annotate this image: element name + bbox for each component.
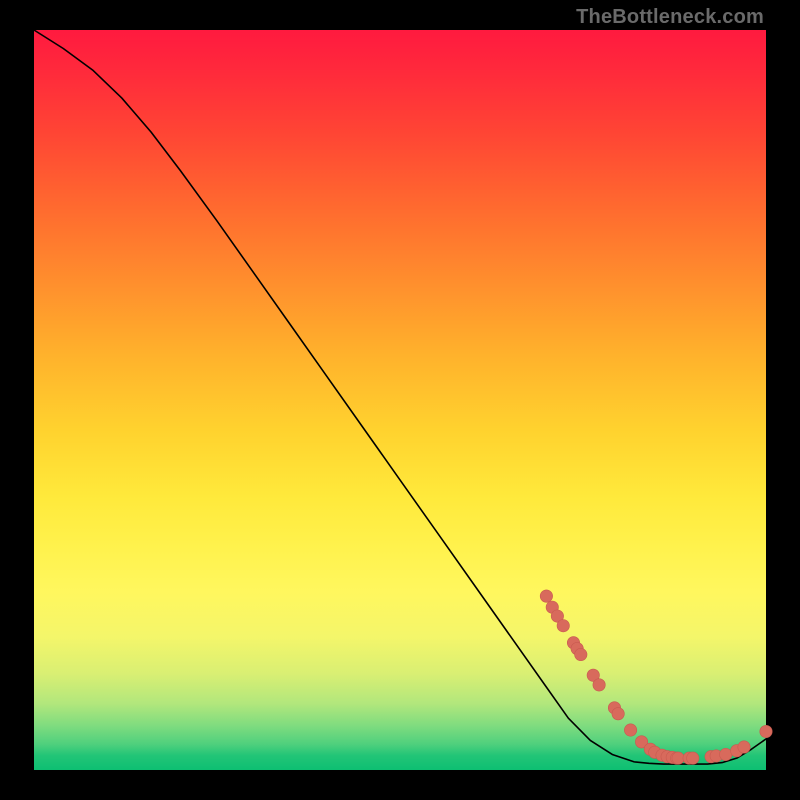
- curve-marker: [624, 724, 636, 736]
- curve-marker: [612, 708, 624, 720]
- curve-marker: [738, 741, 750, 753]
- plot-area: [34, 30, 766, 770]
- chart-stage: TheBottleneck.com: [0, 0, 800, 800]
- curve-marker: [687, 752, 699, 764]
- curve-marker: [760, 725, 772, 737]
- curve-marker: [672, 752, 684, 764]
- curve-marker: [540, 590, 552, 602]
- watermark-text: TheBottleneck.com: [576, 6, 764, 29]
- bottleneck-curve: [34, 30, 766, 764]
- curve-marker: [720, 748, 732, 760]
- chart-svg: [34, 30, 766, 770]
- curve-marker: [575, 648, 587, 660]
- curve-marker: [557, 620, 569, 632]
- curve-marker: [593, 679, 605, 691]
- curve-markers: [540, 590, 772, 764]
